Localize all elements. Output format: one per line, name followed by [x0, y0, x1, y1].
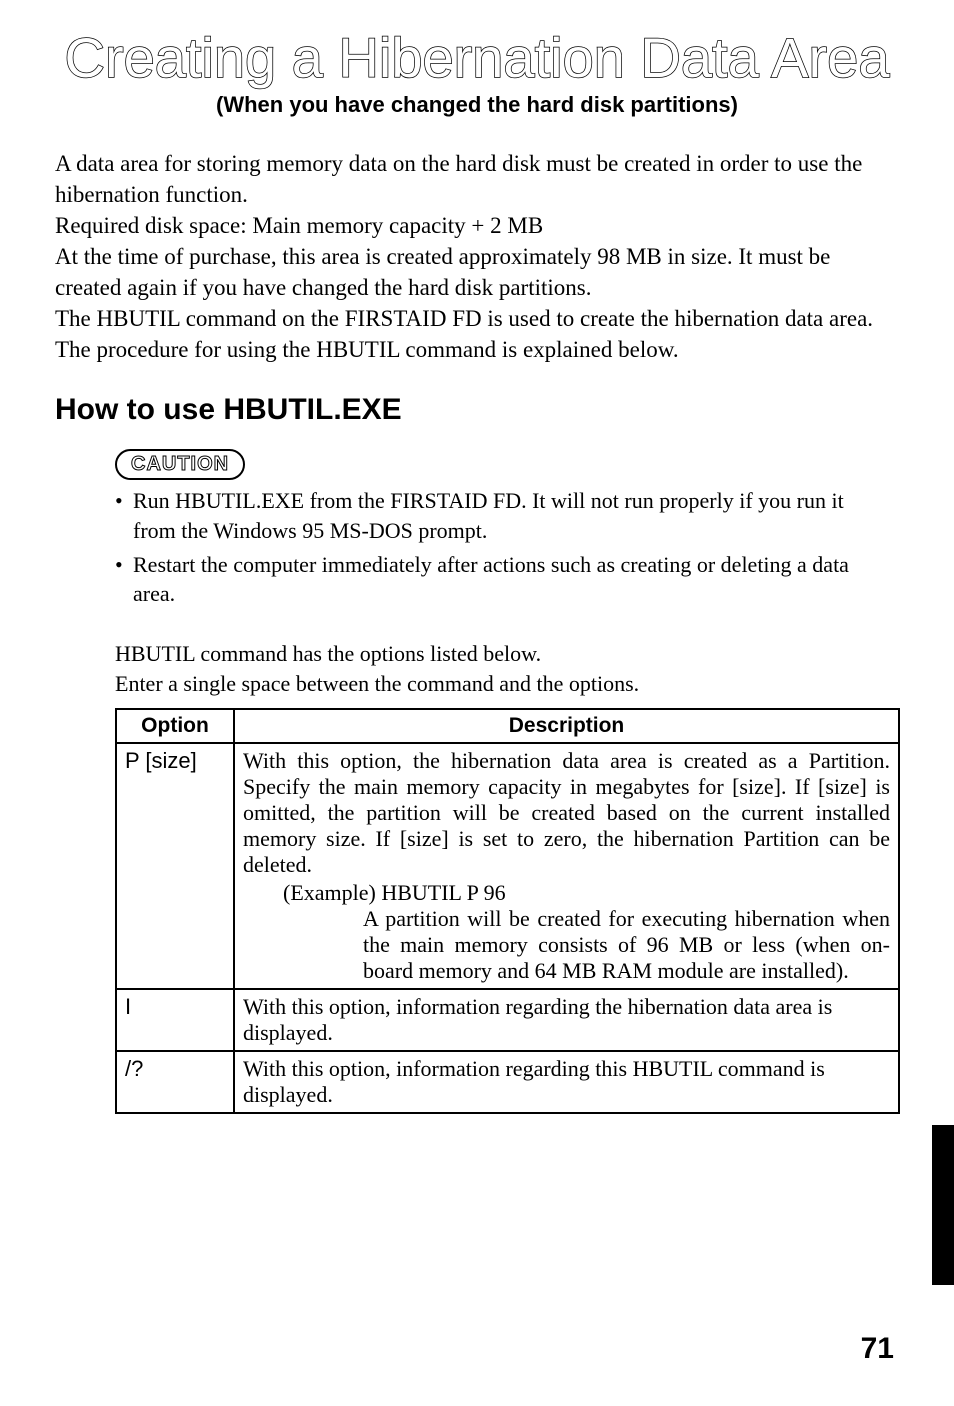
intro-paragraph: A data area for storing memory data on t…: [55, 148, 899, 365]
manual-page: Creating a Hibernation Data Area (When y…: [0, 0, 954, 1114]
side-tab: [932, 1125, 954, 1285]
option-cell: /?: [116, 1051, 234, 1113]
option-cell: P [size]: [116, 743, 234, 989]
description-cell: With this option, information regarding …: [234, 1051, 899, 1113]
page-subtitle: (When you have changed the hard disk par…: [55, 92, 899, 118]
caution-item: Run HBUTIL.EXE from the FIRSTAID FD. It …: [115, 486, 889, 545]
caution-block: CAUTION Run HBUTIL.EXE from the FIRSTAID…: [115, 449, 889, 609]
options-table: Option Description P [size] With this op…: [115, 708, 900, 1114]
option-cell: I: [116, 989, 234, 1051]
description-cell: With this option, information regarding …: [234, 989, 899, 1051]
caution-list: Run HBUTIL.EXE from the FIRSTAID FD. It …: [115, 486, 889, 609]
table-row: P [size] With this option, the hibernati…: [116, 743, 899, 989]
table-row: I With this option, information regardin…: [116, 989, 899, 1051]
table-row: /? With this option, information regardi…: [116, 1051, 899, 1113]
page-number: 71: [861, 1332, 894, 1366]
table-intro: HBUTIL command has the options listed be…: [115, 639, 889, 698]
table-header-option: Option: [116, 709, 234, 743]
caution-badge: CAUTION: [115, 449, 245, 480]
page-title: Creating a Hibernation Data Area: [55, 30, 899, 86]
section-heading: How to use HBUTIL.EXE: [55, 393, 899, 427]
caution-item: Restart the computer immediately after a…: [115, 550, 889, 609]
table-header-description: Description: [234, 709, 899, 743]
example-note: A partition will be created for executin…: [363, 906, 890, 984]
example-label: (Example) HBUTIL P 96: [283, 880, 890, 906]
description-text: With this option, the hibernation data a…: [243, 748, 890, 878]
description-cell: With this option, the hibernation data a…: [234, 743, 899, 989]
